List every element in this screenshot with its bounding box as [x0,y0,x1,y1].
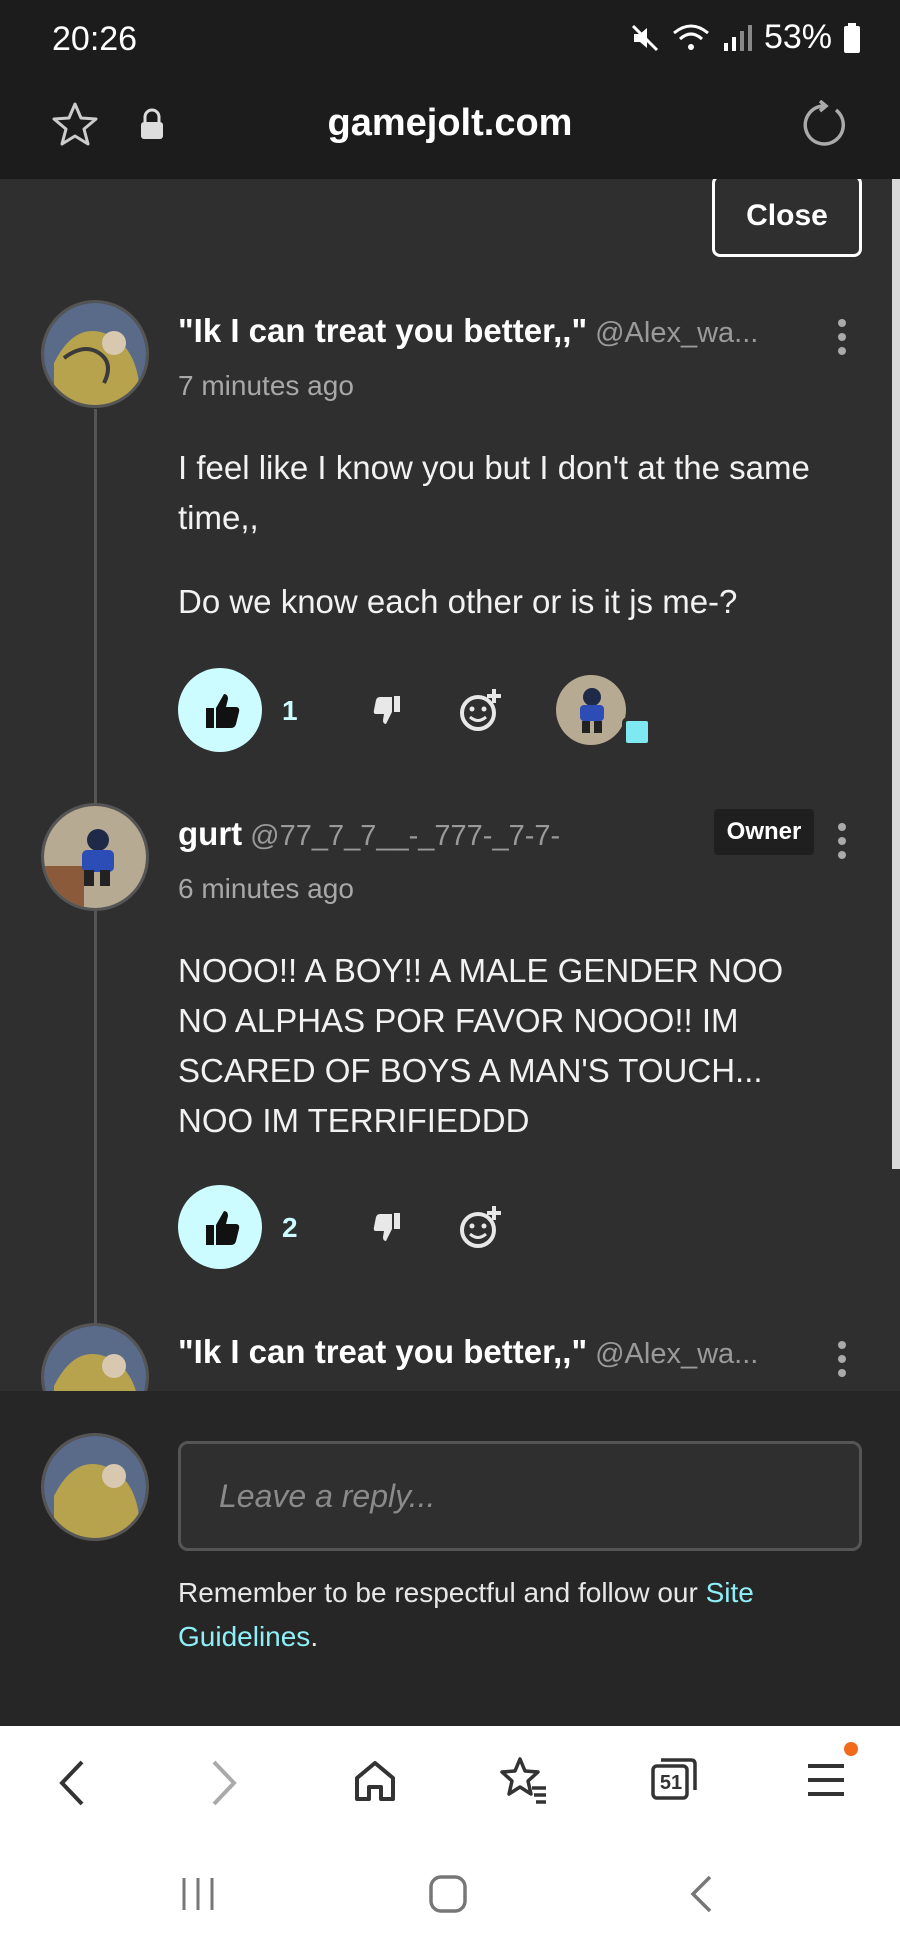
reply-composer: Leave a reply... Remember to be respectf… [0,1391,900,1726]
comment-author[interactable]: "Ik I can treat you better,," @Alex_wa... [178,1333,758,1371]
more-options-icon[interactable] [838,823,848,865]
forward-icon[interactable] [210,1758,240,1808]
mute-icon [631,24,658,51]
owner-badge: Owner [714,809,814,855]
reply-input[interactable]: Leave a reply... [178,1441,862,1551]
comment-time[interactable]: 7 minutes ago [178,370,354,402]
status-icons: 53% [630,18,860,57]
browser-bottom-nav: 51 [0,1726,900,1836]
thumbs-down-icon[interactable] [372,692,408,728]
thumbs-down-icon[interactable] [372,1209,408,1245]
battery-icon [844,22,860,53]
like-button[interactable] [178,668,262,752]
chat-bubble-icon [622,717,652,747]
thumbs-up-icon [206,694,240,728]
scrollbar[interactable] [892,179,900,1169]
guidelines-reminder: Remember to be respectful and follow our… [178,1571,858,1659]
comment-paragraph: NOOO!! A BOY!! A MALE GENDER NOO NO ALPH… [178,952,784,1139]
author-name[interactable]: gurt [178,815,242,852]
hamburger-menu-icon [808,1764,844,1796]
like-count[interactable]: 2 [282,1212,298,1244]
thumbs-up-icon [206,1211,240,1245]
comment-author[interactable]: gurt @77_7_7__-_777-_7-7- [178,815,560,853]
signal-icon [723,24,752,51]
like-button[interactable] [178,1185,262,1269]
author-name[interactable]: "Ik I can treat you better,," [178,1333,587,1370]
comment-paragraph: I feel like I know you but I don't at th… [178,449,810,536]
comment-author[interactable]: "Ik I can treat you better,," @Alex_wa... [178,312,758,350]
avatar[interactable] [41,803,149,911]
author-handle[interactable]: @77_7_7__-_777-_7-7- [250,820,560,852]
status-bar: 20:26 53% [0,0,900,84]
more-options-icon[interactable] [838,1341,848,1383]
recent-apps-icon[interactable] [180,1876,216,1912]
battery-percent: 53% [763,18,832,56]
status-time: 20:26 [52,20,138,58]
add-reaction-icon[interactable] [458,687,504,733]
reminder-end: . [310,1621,319,1652]
system-nav-bar [0,1836,900,1950]
home-icon[interactable] [352,1758,398,1804]
browser-url-bar: gamejolt.com [0,84,900,179]
close-button[interactable]: Close [712,179,862,257]
home-button-icon[interactable] [428,1874,468,1914]
tabs-count: 51 [659,1772,683,1794]
reload-icon[interactable] [798,100,848,150]
url-domain[interactable]: gamejolt.com [0,102,900,145]
author-handle[interactable]: @Alex_wa... [595,1338,758,1370]
author-name[interactable]: "Ik I can treat you better,," [178,312,587,349]
tabs-button[interactable]: 51 [650,1756,697,1802]
wifi-icon [672,24,709,50]
comment-paragraph: Do we know each other or is it js me-? [178,583,738,620]
menu-button[interactable] [806,1742,858,1805]
comments-panel: Close "Ik I can treat you better,," @Alex… [0,179,900,1391]
author-handle[interactable]: @Alex_wa... [595,317,758,349]
add-reaction-icon[interactable] [458,1204,504,1250]
comment-body: NOOO!! A BOY!! A MALE GENDER NOO NO ALPH… [178,946,838,1146]
reply-avatar[interactable] [556,675,626,745]
comment-body: I feel like I know you but I don't at th… [178,443,838,627]
like-count[interactable]: 1 [282,695,298,727]
back-icon[interactable] [56,1758,86,1808]
comment-time[interactable]: 6 minutes ago [178,873,354,905]
reminder-text: Remember to be respectful and follow our [178,1577,706,1608]
more-options-icon[interactable] [838,319,848,361]
bookmarks-icon[interactable] [498,1756,550,1806]
avatar[interactable] [41,1323,149,1391]
avatar[interactable] [41,300,149,408]
my-avatar [41,1433,149,1541]
notification-dot [844,1742,858,1756]
system-back-icon[interactable] [688,1874,714,1914]
